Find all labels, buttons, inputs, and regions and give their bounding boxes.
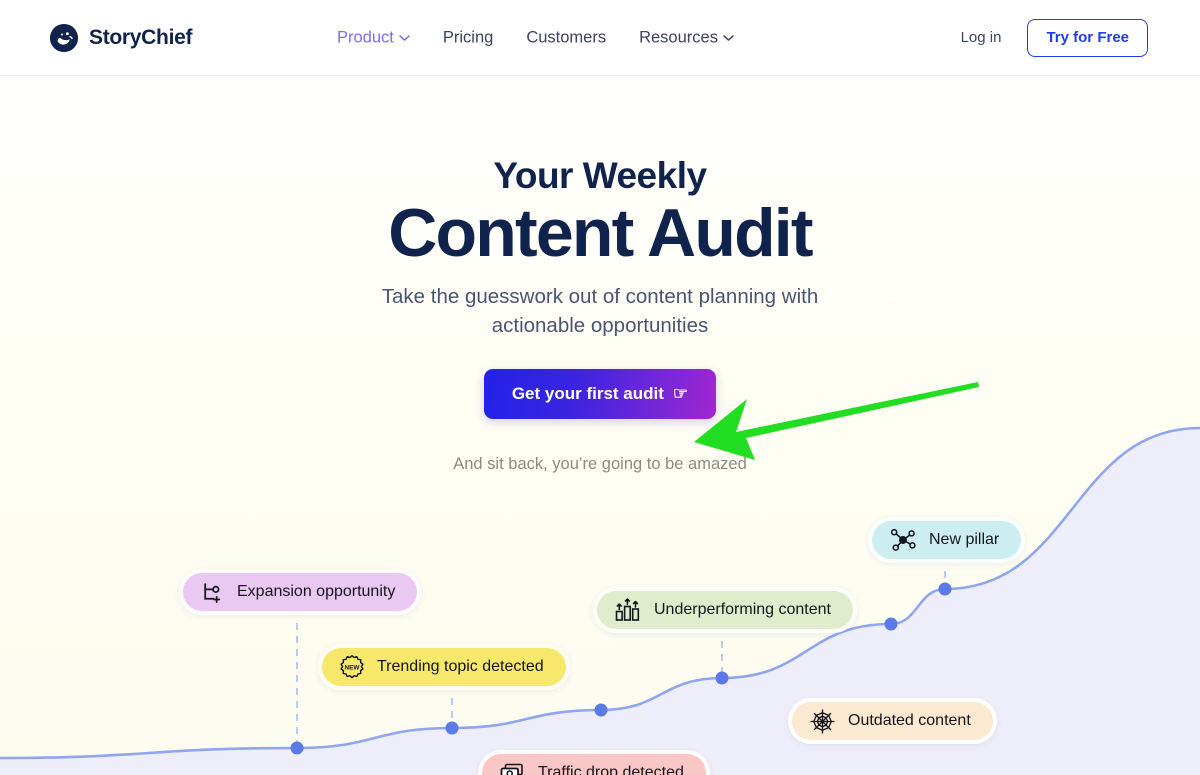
chart-data-point[interactable]: [290, 741, 304, 755]
nav-label-customers: Customers: [526, 28, 607, 46]
brand-name: StoryChief: [89, 25, 193, 49]
chart-annotation-label: Expansion opportunity: [237, 583, 396, 600]
nav-label-resources: Resources: [639, 28, 718, 46]
get-first-audit-button[interactable]: Get your first audit ☞: [483, 368, 717, 419]
chart-annotation-pill[interactable]: Outdated content: [788, 698, 997, 744]
network-hub-icon: [890, 528, 916, 551]
nav-item-customers[interactable]: Customers: [526, 28, 606, 47]
chart-data-point[interactable]: [884, 617, 898, 631]
top-navbar: StoryChief Product Pricing Customers Res…: [0, 0, 1200, 76]
chart-annotation-pill[interactable]: New pillar: [868, 517, 1026, 563]
try-for-free-button[interactable]: Try for Free: [1027, 18, 1148, 57]
chart-annotation-pill[interactable]: Underperforming content: [593, 587, 857, 633]
page-root: StoryChief Product Pricing Customers Res…: [0, 0, 1200, 775]
expansion-branch-icon: [204, 582, 221, 603]
chart-annotation-label: New pillar: [929, 531, 1000, 548]
nav-item-pricing[interactable]: Pricing: [443, 28, 493, 47]
chart-data-point[interactable]: [594, 703, 608, 717]
chart-data-point[interactable]: [938, 582, 952, 596]
brand-logo-link[interactable]: StoryChief: [49, 23, 192, 53]
chevron-down-icon: [399, 34, 410, 41]
chart-annotation-label: Outdated content: [848, 712, 971, 729]
bar-chart-arrows-icon: [615, 598, 640, 621]
chart-data-point[interactable]: [445, 721, 459, 735]
nav-label-product: Product: [337, 28, 394, 46]
nav-label-pricing: Pricing: [442, 28, 494, 46]
spiderweb-icon: [810, 709, 835, 733]
primary-nav: Product Pricing Customers Resources: [337, 28, 734, 47]
nav-item-product[interactable]: Product: [337, 28, 410, 47]
hero-subhead: Take the guesswork out of content planni…: [381, 284, 819, 337]
chart-annotation-label: Underperforming content: [654, 601, 831, 618]
chart-annotation-pill[interactable]: NEW Trending topic detected: [318, 644, 570, 690]
storychief-face-logo-icon: [49, 23, 79, 52]
chart-annotation-pill[interactable]: Expansion opportunity: [179, 569, 422, 615]
hero-copy: Your Weekly Content Audit Take the guess…: [0, 76, 1200, 474]
pointing-hand-icon: ☞: [672, 384, 689, 404]
hero-section: Your Weekly Content Audit Take the guess…: [0, 76, 1200, 775]
chart-data-point[interactable]: [715, 671, 729, 685]
svg-text:NEW: NEW: [345, 665, 361, 672]
chart-annotation-pill[interactable]: Traffic drop detected: [478, 750, 710, 775]
chevron-down-icon: [723, 34, 734, 41]
cta-label: Get your first audit: [511, 383, 664, 403]
nav-actions: Log in Try for Free: [961, 18, 1148, 57]
chart-annotation-label: Trending topic detected: [377, 658, 544, 675]
hero-cta-note: And sit back, you’re going to be amazed: [453, 454, 747, 473]
hero-eyebrow: Your Weekly: [493, 155, 707, 196]
new-badge-icon: NEW: [340, 654, 364, 679]
login-link[interactable]: Log in: [961, 29, 1002, 46]
hero-cta-wrap: Get your first audit ☞: [0, 368, 1200, 419]
banknote-euro-icon: [500, 763, 523, 775]
chart-annotation-label: Traffic drop detected: [538, 764, 684, 775]
nav-item-resources[interactable]: Resources: [639, 28, 734, 47]
page-title: Content Audit: [388, 195, 813, 272]
